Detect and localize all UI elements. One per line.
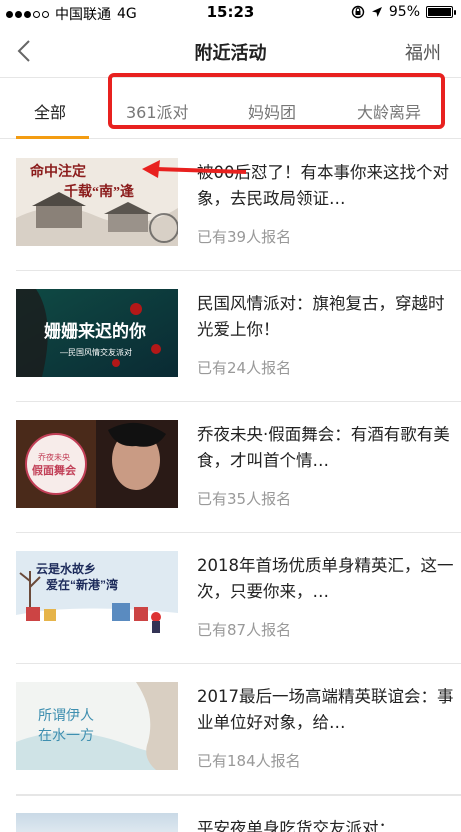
event-title[interactable]: 民国风情派对：旗袍复古，穿越时光爱上你！ — [197, 291, 459, 343]
svg-text:云是水故乡: 云是水故乡 — [36, 561, 96, 576]
event-signup-count: 已有39人报名 — [197, 228, 292, 246]
event-thumbnail — [16, 813, 178, 832]
city-selector[interactable]: 福州 — [405, 39, 441, 65]
svg-text:乔夜未央: 乔夜未央 — [38, 452, 70, 462]
back-button[interactable] — [12, 36, 42, 66]
event-item[interactable]: 所谓伊人 在水一方 2017最后一场高端精英联谊会：事业单位好对象，给… 已有1… — [16, 664, 461, 795]
event-title[interactable]: 平安夜单身吃货交友派对： — [197, 815, 395, 832]
svg-text:在水一方: 在水一方 — [38, 727, 94, 743]
event-thumbnail: 云是水故乡 爱在“新港”湾 — [16, 551, 178, 639]
chevron-left-icon — [17, 40, 30, 62]
event-signup-count: 已有87人报名 — [197, 621, 292, 639]
event-thumbnail: 所谓伊人 在水一方 — [16, 682, 178, 770]
event-item[interactable]: 乔夜未央 假面舞会 乔夜未央·假面舞会：有酒有歌有美食，才叫首个情… 已有35人… — [16, 402, 461, 533]
event-item[interactable]: 云是水故乡 爱在“新港”湾 2018年首场优质单身精英汇，这一次，只要你来，… … — [16, 533, 461, 664]
active-tab-indicator — [16, 136, 89, 139]
svg-text:所谓伊人: 所谓伊人 — [38, 707, 94, 723]
event-item[interactable]: 平安夜单身吃货交友派对： — [16, 795, 461, 832]
battery-icon — [426, 6, 456, 18]
svg-text:命中注定: 命中注定 — [29, 163, 86, 180]
event-item[interactable]: 姗姗来迟的你 —民国风情交友派对 民国风情派对：旗袍复古，穿越时光爱上你！ 已有… — [16, 271, 461, 402]
event-thumbnail: 姗姗来迟的你 —民国风情交友派对 — [16, 289, 178, 377]
event-signup-count: 已有35人报名 — [197, 490, 292, 508]
nav-bar: 附近活动 福州 — [0, 26, 461, 78]
battery-percent: 95% — [388, 4, 420, 20]
event-title[interactable]: 2018年首场优质单身精英汇，这一次，只要你来，… — [197, 553, 459, 605]
status-bar: 中国联通 4G 15:23 95% — [0, 0, 461, 26]
event-thumbnail: 命中注定 千载“南”逢 — [16, 158, 178, 246]
tab-361-party[interactable]: 361派对 — [126, 99, 189, 123]
event-list: 命中注定 千载“南”逢 被00后怼了！有本事你来这找个对象，去民政局领证… 已有… — [0, 140, 461, 795]
svg-text:爱在“新港”湾: 爱在“新港”湾 — [46, 577, 118, 592]
event-item[interactable]: 命中注定 千载“南”逢 被00后怼了！有本事你来这找个对象，去民政局领证… 已有… — [16, 140, 461, 271]
page-title: 附近活动 — [194, 43, 267, 64]
category-tabs: 全部 361派对 妈妈团 大龄离异 — [0, 79, 461, 139]
tab-divorced-singles[interactable]: 大龄离异 — [357, 99, 421, 123]
svg-text:千载“南”逢: 千载“南”逢 — [64, 183, 134, 200]
svg-text:—民国风情交友派对: —民国风情交友派对 — [60, 347, 132, 357]
event-signup-count: 已有184人报名 — [197, 752, 301, 770]
event-title[interactable]: 被00后怼了！有本事你来这找个对象，去民政局领证… — [197, 160, 459, 212]
event-title[interactable]: 乔夜未央·假面舞会：有酒有歌有美食，才叫首个情… — [197, 422, 459, 474]
event-title[interactable]: 2017最后一场高端精英联谊会：事业单位好对象，给… — [197, 684, 459, 736]
location-arrow-icon — [371, 7, 382, 17]
svg-text:姗姗来迟的你: 姗姗来迟的你 — [44, 321, 146, 341]
rotation-lock-icon — [351, 5, 365, 19]
event-thumbnail: 乔夜未央 假面舞会 — [16, 420, 178, 508]
status-right: 95% — [351, 4, 456, 20]
svg-text:假面舞会: 假面舞会 — [32, 463, 77, 477]
event-signup-count: 已有24人报名 — [197, 359, 292, 377]
tab-moms-group[interactable]: 妈妈团 — [248, 99, 296, 123]
tab-all[interactable]: 全部 — [34, 99, 66, 123]
